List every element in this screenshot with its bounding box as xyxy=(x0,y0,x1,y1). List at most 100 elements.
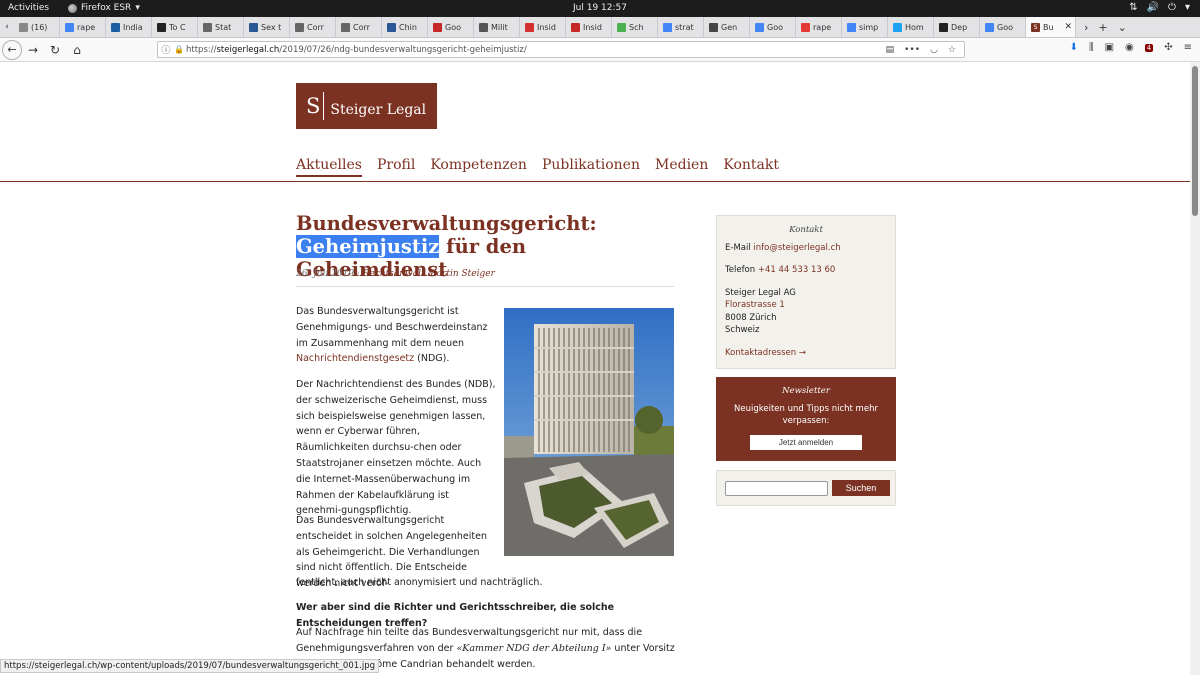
search-input[interactable] xyxy=(725,480,828,496)
tab[interactable]: rape xyxy=(796,17,842,37)
phone-link[interactable]: +41 44 533 13 60 xyxy=(758,265,835,275)
tab-tools: › + ⌄ xyxy=(1076,17,1127,37)
post-date: 26. Juli 2019 xyxy=(296,269,355,279)
favicon-icon xyxy=(387,22,396,32)
newsletter-signup-button[interactable]: Jetzt anmelden xyxy=(750,434,862,450)
tab-label: Insid xyxy=(583,22,602,32)
library-icon[interactable]: ⫼ xyxy=(1089,42,1094,53)
tab[interactable]: Chin xyxy=(382,17,428,37)
info-icon[interactable]: ⓘ xyxy=(158,43,174,56)
tab[interactable]: Stat xyxy=(198,17,244,37)
tab-label: Stat xyxy=(215,22,232,32)
tab-scroll-right-button[interactable]: › xyxy=(1084,21,1088,34)
phone-row: Telefon +41 44 533 13 60 xyxy=(725,264,887,277)
tab[interactable]: Dep xyxy=(934,17,980,37)
tab[interactable]: (16) xyxy=(14,17,60,37)
favicon-icon xyxy=(939,22,948,32)
account-icon[interactable]: ◉ xyxy=(1125,42,1134,53)
search-box: Suchen xyxy=(716,470,896,506)
tab[interactable]: simp xyxy=(842,17,888,37)
reader-view-icon[interactable]: ▤ xyxy=(886,45,895,55)
favicon-icon xyxy=(985,22,994,32)
country: Schweiz xyxy=(725,325,760,335)
court-building-photo[interactable] xyxy=(504,308,674,556)
forward-button[interactable]: → xyxy=(22,39,44,61)
scrollbar-thumb[interactable] xyxy=(1192,66,1198,216)
lock-icon[interactable]: 🔒 xyxy=(174,45,184,54)
firefox-icon xyxy=(68,3,77,13)
nav-divider xyxy=(0,181,1190,182)
tab-active[interactable]: S Bu ✕ xyxy=(1026,17,1076,37)
back-button[interactable]: ← xyxy=(2,39,22,60)
home-button[interactable]: ⌂ xyxy=(66,39,88,61)
ndg-link[interactable]: Nachrichtendienstgesetz xyxy=(296,353,414,364)
title-selected-text[interactable]: Geheimjustiz xyxy=(296,235,440,258)
nav-item-medien[interactable]: Medien xyxy=(655,157,708,177)
tab[interactable]: Hom xyxy=(888,17,934,37)
site-logo[interactable]: S Steiger Legal xyxy=(296,83,437,129)
logo-letter: S xyxy=(306,94,321,118)
tab-list-dropdown[interactable]: ⌄ xyxy=(1118,21,1127,34)
tab[interactable]: Gen xyxy=(704,17,750,37)
company-name: Steiger Legal AG xyxy=(725,287,796,298)
power-icon: ⏻ xyxy=(1168,2,1176,13)
nav-item-kontakt[interactable]: Kontakt xyxy=(723,157,779,177)
email-link[interactable]: info@steigerlegal.ch xyxy=(753,243,840,253)
tab[interactable]: Corr xyxy=(290,17,336,37)
downloads-icon[interactable]: ⬇ xyxy=(1070,42,1078,53)
bookmark-star-icon[interactable]: ☆ xyxy=(948,45,956,55)
tab[interactable]: India xyxy=(106,17,152,37)
author-link[interactable]: Rechtsanwalt Martin Steiger xyxy=(363,269,495,279)
contact-addresses-link[interactable]: Kontaktadressen → xyxy=(725,347,887,360)
tab[interactable]: Goo xyxy=(428,17,474,37)
tab[interactable]: strat xyxy=(658,17,704,37)
ublock-icon[interactable]: 4 xyxy=(1144,42,1154,53)
tab-list: (16) rape India To C Stat Sex t Corr Corr Chin Go… xyxy=(14,17,1026,37)
tab-scroll-left-button[interactable]: ‹ xyxy=(0,17,14,37)
nav-item-publikationen[interactable]: Publikationen xyxy=(542,157,640,177)
page-actions-icon[interactable]: ••• xyxy=(904,45,920,55)
tab[interactable]: Sch xyxy=(612,17,658,37)
pocket-icon[interactable]: ◡ xyxy=(930,45,938,55)
tab[interactable]: Insid xyxy=(520,17,566,37)
sidebar-icon[interactable]: ▣ xyxy=(1105,42,1114,53)
street-link[interactable]: Florastrasse 1 xyxy=(725,299,887,312)
nav-item-kompetenzen[interactable]: Kompetenzen xyxy=(430,157,527,177)
tab[interactable]: Goo xyxy=(750,17,796,37)
tab[interactable]: Milit xyxy=(474,17,520,37)
navigation-bar: ← → ↻ ⌂ ⓘ 🔒 https://steigerlegal.ch/2019… xyxy=(0,38,1200,62)
search-button[interactable]: Suchen xyxy=(832,480,890,496)
tab[interactable]: Goo xyxy=(980,17,1026,37)
url-text[interactable]: https://steigerlegal.ch/2019/07/26/ndg-b… xyxy=(186,45,527,55)
favicon-icon xyxy=(571,22,580,32)
activities-button[interactable]: Activities xyxy=(8,3,49,13)
tab[interactable]: Insid xyxy=(566,17,612,37)
system-tray[interactable]: ⇅ 🔊 ⏻ ▾ xyxy=(1129,2,1190,13)
extension-icon[interactable]: ✣ xyxy=(1164,42,1172,53)
tab-label: Sch xyxy=(629,22,644,32)
favicon-icon xyxy=(755,22,764,32)
p1-text: Das Bundesverwaltungsgericht ist Genehmi… xyxy=(296,306,488,349)
new-tab-button[interactable]: + xyxy=(1098,21,1107,34)
nav-item-aktuelles[interactable]: Aktuelles xyxy=(296,157,362,177)
favicon-icon: S xyxy=(1031,22,1040,32)
clock[interactable]: Jul 19 12:57 xyxy=(573,3,627,13)
tab[interactable]: Sex t xyxy=(244,17,290,37)
status-bar: https://steigerlegal.ch/wp-content/uploa… xyxy=(0,659,379,673)
app-menu[interactable]: Firefox ESR ▾ xyxy=(68,3,140,13)
favicon-icon xyxy=(341,22,350,32)
tab[interactable]: rape xyxy=(60,17,106,37)
tab[interactable]: To C xyxy=(152,17,198,37)
tab-label: Gen xyxy=(721,22,738,32)
nav-item-profil[interactable]: Profil xyxy=(377,157,415,177)
close-icon[interactable]: ✕ xyxy=(1064,22,1072,32)
url-bar[interactable]: ⓘ 🔒 https://steigerlegal.ch/2019/07/26/n… xyxy=(157,41,965,58)
tab-label: rape xyxy=(77,22,96,32)
volume-icon: 🔊 xyxy=(1146,2,1160,13)
reload-button[interactable]: ↻ xyxy=(44,39,66,61)
menu-icon[interactable]: ≡ xyxy=(1184,42,1192,53)
favicon-icon xyxy=(801,22,810,32)
tab-label: India xyxy=(123,22,143,32)
tab[interactable]: Corr xyxy=(336,17,382,37)
tab-label: Goo xyxy=(445,22,461,32)
